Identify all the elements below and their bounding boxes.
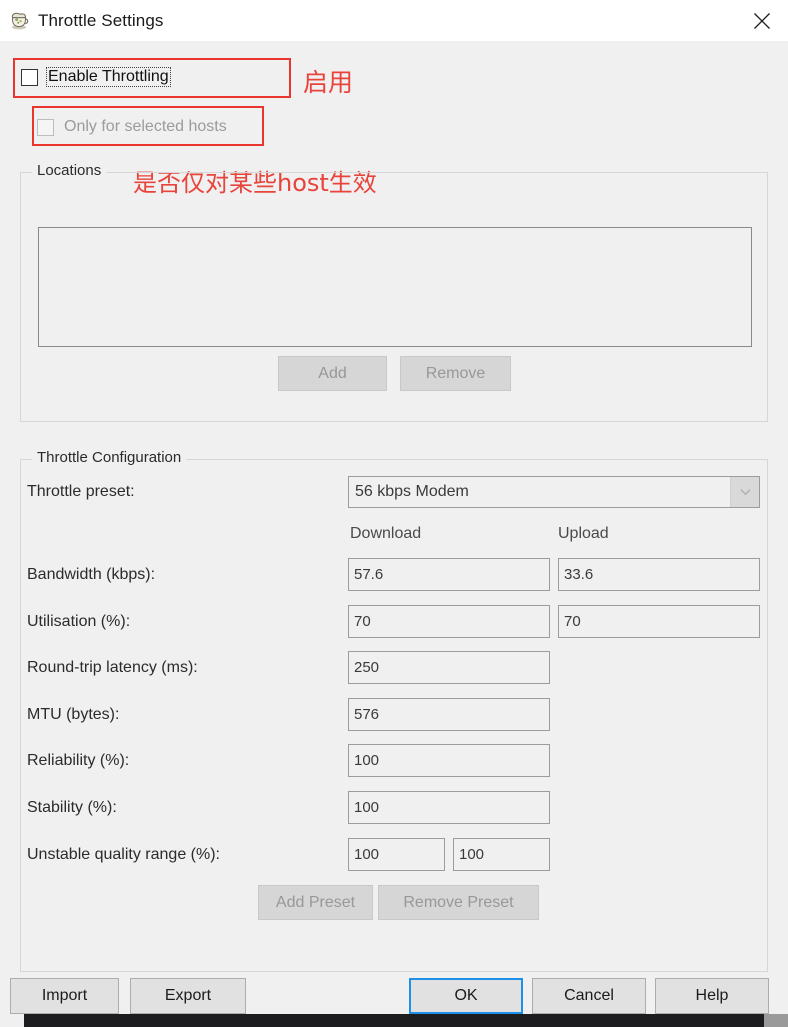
- export-button[interactable]: Export: [130, 978, 246, 1014]
- locations-group-title: Locations: [32, 162, 107, 179]
- enable-throttling-label[interactable]: Enable Throttling: [46, 67, 171, 87]
- utilisation-upload-input[interactable]: 70: [558, 605, 760, 638]
- dialog-body: Enable Throttling Only for selected host…: [0, 41, 788, 1014]
- mtu-label: MTU (bytes):: [27, 706, 120, 723]
- add-location-button[interactable]: Add: [278, 356, 387, 391]
- cancel-button[interactable]: Cancel: [532, 978, 646, 1014]
- throttle-preset-combobox[interactable]: 56 kbps Modem: [348, 476, 760, 508]
- bandwidth-label: Bandwidth (kbps):: [27, 566, 156, 583]
- bandwidth-upload-input[interactable]: 33.6: [558, 558, 760, 591]
- import-button[interactable]: Import: [10, 978, 119, 1014]
- mtu-download-input[interactable]: 576: [348, 698, 550, 731]
- round-trip-latency-label: Round-trip latency (ms):: [27, 659, 198, 676]
- charles-jug-icon: [7, 9, 31, 33]
- utilisation-download-input[interactable]: 70: [348, 605, 550, 638]
- locations-listbox[interactable]: [38, 227, 752, 347]
- utilisation-label: Utilisation (%):: [27, 613, 131, 630]
- title-bar: Throttle Settings: [0, 0, 788, 42]
- stability-label: Stability (%):: [27, 799, 117, 816]
- throttle-preset-value: 56 kbps Modem: [355, 483, 469, 500]
- throttle-preset-label: Throttle preset:: [27, 483, 135, 500]
- reliability-download-input[interactable]: 100: [348, 744, 550, 777]
- reliability-label: Reliability (%):: [27, 752, 130, 769]
- stability-download-input[interactable]: 100: [348, 791, 550, 824]
- round-trip-latency-download-input[interactable]: 250: [348, 651, 550, 684]
- enable-throttling-checkbox[interactable]: [21, 68, 38, 86]
- throttle-configuration-group-title: Throttle Configuration: [32, 449, 187, 466]
- ok-button[interactable]: OK: [409, 978, 523, 1014]
- enable-throttling-checkbox-row[interactable]: Enable Throttling: [21, 67, 171, 87]
- remove-location-button[interactable]: Remove: [400, 356, 511, 391]
- column-header-upload: Upload: [558, 525, 609, 542]
- bandwidth-download-input[interactable]: 57.6: [348, 558, 550, 591]
- unstable-quality-max-input[interactable]: 100: [453, 838, 550, 871]
- throttle-settings-window: Throttle Settings Enable Throttling Only…: [0, 0, 788, 1027]
- desktop-strip-right: [764, 1014, 788, 1027]
- desktop-taskbar-strip: [24, 1014, 764, 1027]
- annotation-enable-note: 启用: [303, 68, 354, 97]
- remove-preset-button[interactable]: Remove Preset: [378, 885, 539, 920]
- help-button[interactable]: Help: [655, 978, 769, 1014]
- window-title: Throttle Settings: [38, 10, 164, 30]
- unstable-quality-min-input[interactable]: 100: [348, 838, 445, 871]
- close-icon[interactable]: [736, 0, 788, 41]
- only-selected-hosts-checkbox[interactable]: [37, 118, 54, 136]
- only-selected-hosts-checkbox-row[interactable]: Only for selected hosts: [37, 117, 229, 137]
- column-header-download: Download: [350, 525, 422, 542]
- only-selected-hosts-label: Only for selected hosts: [64, 118, 227, 135]
- add-preset-button[interactable]: Add Preset: [258, 885, 373, 920]
- unstable-quality-range-label: Unstable quality range (%):: [27, 846, 220, 863]
- chevron-down-icon[interactable]: [730, 477, 759, 507]
